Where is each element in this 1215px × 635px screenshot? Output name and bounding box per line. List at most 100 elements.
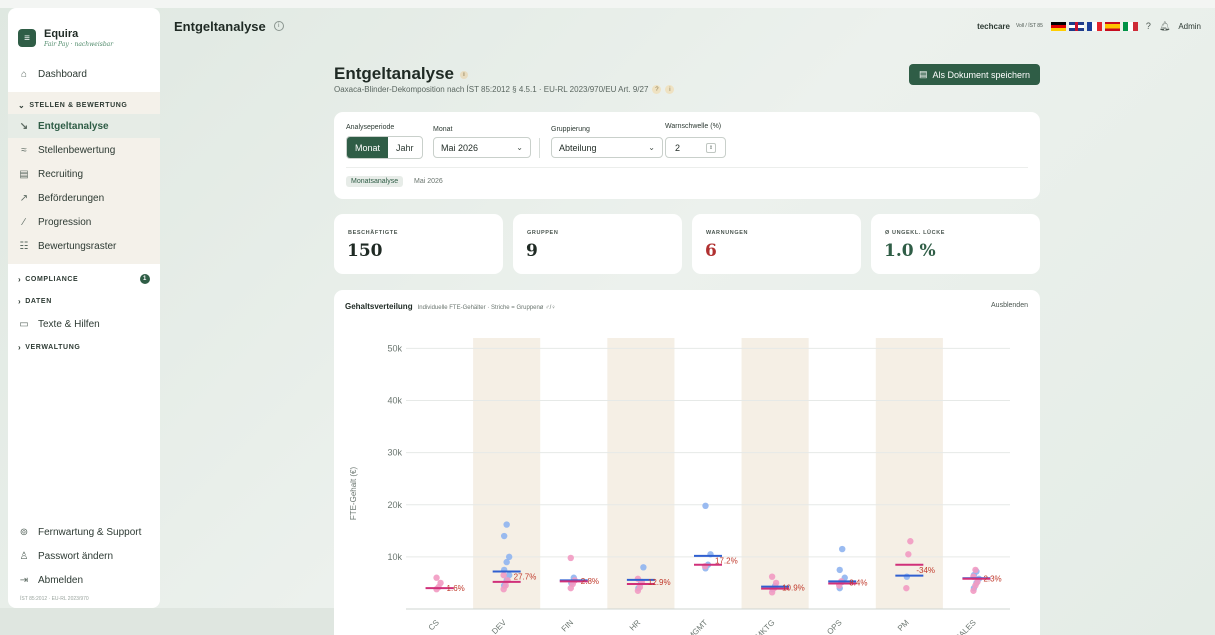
flag-fr-icon[interactable] bbox=[1086, 21, 1102, 31]
user-menu[interactable]: Admin bbox=[1178, 22, 1201, 31]
analysis-period-text: Mai 2026 bbox=[414, 178, 443, 185]
sidebar-item-label: Texte & Hilfen bbox=[38, 318, 100, 330]
chevron-right-icon: › bbox=[18, 274, 22, 284]
save-document-button[interactable]: ▤ Als Dokument speichern bbox=[909, 64, 1040, 85]
x-tick-label: HR bbox=[628, 618, 643, 633]
x-tick-label: OPS bbox=[825, 618, 843, 635]
y-axis-label: FTE-Gehalt (€) bbox=[349, 466, 358, 520]
male-salary-point bbox=[702, 502, 709, 510]
gap-label: 27.7% bbox=[514, 573, 537, 582]
flag-de-icon[interactable] bbox=[1050, 21, 1066, 31]
chevron-right-icon: › bbox=[18, 342, 22, 352]
subtitle-text: Oaxaca-Blinder-Dekomposition nach ÍST 85… bbox=[334, 85, 649, 94]
month-value: Mai 2026 bbox=[441, 142, 479, 153]
male-salary-point bbox=[903, 573, 911, 580]
info-icon[interactable]: i bbox=[273, 21, 284, 31]
bell-icon[interactable]: 🔔︎ bbox=[1159, 21, 1170, 32]
x-tick-label: MKTG bbox=[754, 618, 777, 635]
sidebar-section-verwaltung[interactable]: › VERWALTUNG bbox=[8, 336, 160, 358]
sidebar-item-recruiting[interactable]: ▤ Recruiting bbox=[8, 162, 160, 186]
help-icon[interactable]: ? bbox=[1146, 21, 1151, 31]
gap-label: 10.9% bbox=[782, 584, 805, 593]
info-icon[interactable]: i bbox=[665, 85, 675, 94]
female-salary-point bbox=[433, 574, 440, 581]
grid-icon: ☷ bbox=[19, 240, 29, 252]
stat-value: 9 bbox=[526, 241, 538, 261]
y-tick-label: 20k bbox=[387, 500, 402, 510]
x-tick-label: MGMT bbox=[686, 618, 710, 635]
grouping-label: Gruppierung bbox=[551, 126, 590, 133]
trend-up-icon: ↗ bbox=[19, 192, 29, 204]
period-option-month[interactable]: Monat bbox=[347, 137, 389, 158]
notification-badge: 1 bbox=[140, 274, 150, 284]
brand[interactable]: ≡ Equira Fair Pay · nachweisbar bbox=[8, 8, 160, 54]
sidebar-item-stellenbewertung[interactable]: ≈ Stellenbewertung bbox=[8, 138, 160, 162]
info-icon[interactable]: i bbox=[460, 70, 468, 79]
stat-label: GRUPPEN bbox=[527, 230, 559, 236]
stat-card-pay-gap: Ø UNGEKL. LÜCKE 1.0 % bbox=[871, 214, 1040, 274]
help-icon[interactable]: ? bbox=[652, 85, 662, 94]
sidebar-item-label: Bewertungsraster bbox=[38, 240, 117, 252]
threshold-input[interactable]: 2 ⇕ bbox=[665, 137, 726, 158]
gap-label: 2.3% bbox=[983, 575, 1001, 584]
filter-card: Analyseperiode Monat Jahr Monat Mai 2026… bbox=[334, 112, 1040, 199]
sidebar-item-password[interactable]: ♙ Passwort ändern bbox=[8, 544, 160, 568]
female-salary-point bbox=[905, 551, 912, 558]
logout-icon: ⇥ bbox=[19, 574, 29, 586]
tenant-name: techcare bbox=[977, 21, 1010, 31]
sidebar-item-texte[interactable]: ▭ Texte & Hilfen bbox=[8, 312, 160, 336]
book-icon: ▭ bbox=[19, 318, 29, 330]
group-band bbox=[741, 338, 809, 609]
stat-value: 1.0 % bbox=[884, 241, 936, 261]
period-option-year[interactable]: Jahr bbox=[388, 137, 422, 158]
app-tagline: Fair Pay · nachweisbar bbox=[44, 40, 114, 48]
female-salary-point bbox=[907, 538, 914, 545]
sidebar-item-label: Dashboard bbox=[38, 68, 87, 80]
bottom-strip bbox=[0, 608, 334, 635]
user-icon: ♙ bbox=[19, 550, 29, 562]
sidebar-section-compliance[interactable]: › COMPLIANCE 1 bbox=[8, 268, 160, 290]
sidebar-item-support[interactable]: ⊚ Fernwartung & Support bbox=[8, 520, 160, 544]
sidebar-item-bewertungsraster[interactable]: ☷ Bewertungsraster bbox=[8, 234, 160, 258]
sidebar-section-daten[interactable]: › DATEN bbox=[8, 290, 160, 312]
female-salary-point bbox=[972, 566, 979, 574]
flag-gb-icon[interactable] bbox=[1068, 21, 1084, 31]
sidebar-item-logout[interactable]: ⇥ Abmelden bbox=[8, 568, 160, 592]
norm-label: Voll / ÍST 85 bbox=[1015, 23, 1043, 29]
flag-it-icon[interactable] bbox=[1122, 21, 1138, 31]
stepper-icon[interactable]: ⇕ bbox=[706, 142, 716, 153]
chevron-down-icon: ⌄ bbox=[648, 143, 655, 152]
group-toggle-stellen[interactable]: ⌄ STELLEN & BEWERTUNG bbox=[8, 96, 160, 114]
x-tick-label: SALES bbox=[953, 618, 978, 635]
gap-label: 2.8% bbox=[581, 577, 599, 586]
sidebar-item-label: Beförderungen bbox=[38, 192, 105, 204]
month-select[interactable]: Mai 2026 ⌄ bbox=[433, 137, 531, 158]
y-tick-label: 40k bbox=[387, 396, 402, 406]
sidebar-item-dashboard[interactable]: ⌂ Dashboard bbox=[8, 62, 160, 86]
remote-support-icon: ⊚ bbox=[19, 526, 29, 538]
threshold-value: 2 bbox=[675, 142, 681, 153]
sidebar-item-progression[interactable]: ∕ Progression bbox=[8, 210, 160, 234]
sidebar-item-bef-rderungen[interactable]: ↗ Beförderungen bbox=[8, 186, 160, 210]
female-salary-point bbox=[437, 579, 444, 587]
document-icon: ▤ bbox=[918, 69, 928, 79]
x-tick-label: PM bbox=[896, 618, 911, 633]
threshold-label: Warnschwelle (%) bbox=[665, 123, 722, 130]
sidebar-item-entgeltanalyse[interactable]: ↘ Entgeltanalyse bbox=[8, 114, 160, 138]
grouping-value: Abteilung bbox=[559, 142, 597, 153]
stat-label: Ø UNGEKL. LÜCKE bbox=[885, 230, 946, 236]
period-label: Analyseperiode bbox=[346, 124, 395, 131]
salary-chart: 10k 20k 30k 40k 50k FTE-Gehalt (€) 1.6% CS 27.7%… bbox=[349, 338, 1010, 635]
content-title-text: Entgeltanalyse bbox=[334, 64, 454, 83]
gap-label: 17.2% bbox=[715, 556, 738, 565]
briefcase-icon: ▤ bbox=[19, 168, 29, 180]
group-label: STELLEN & BEWERTUNG bbox=[29, 101, 128, 109]
gap-label: 1.6% bbox=[447, 584, 465, 593]
stat-card-groups: GRUPPEN 9 bbox=[513, 214, 682, 274]
flag-es-icon[interactable] bbox=[1104, 21, 1120, 31]
female-salary-point bbox=[634, 575, 642, 582]
chart-icon: ↘ bbox=[19, 120, 29, 132]
chevron-down-icon: ⌄ bbox=[516, 143, 523, 152]
female-salary-point bbox=[768, 573, 776, 580]
grouping-select[interactable]: Abteilung ⌄ bbox=[551, 137, 663, 158]
